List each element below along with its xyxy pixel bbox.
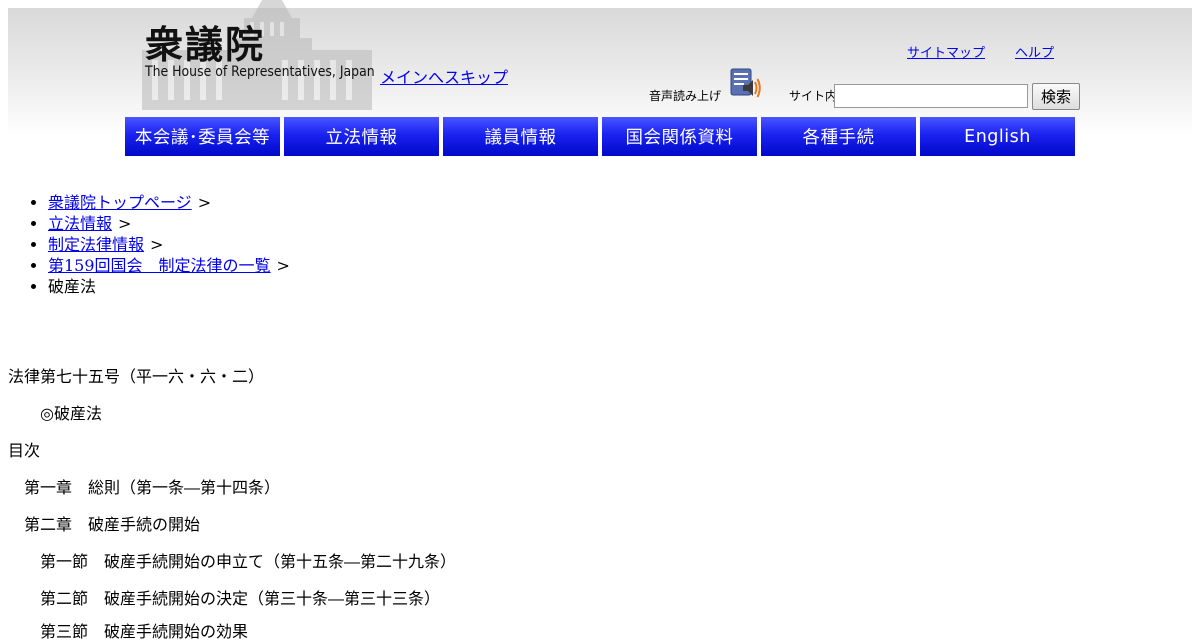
nav-item-english[interactable]: English [920,117,1075,156]
breadcrumb-link-session-list[interactable]: 第159回国会 制定法律の一覧 [48,256,271,275]
breadcrumb-link-top[interactable]: 衆議院トップページ [48,193,192,212]
law-title: ◎破産法 [40,404,102,423]
breadcrumb-item: 衆議院トップページ > [48,192,290,213]
toc-item: 第二章 破産手続の開始 [24,515,201,534]
site-logo-english[interactable]: The House of Representatives, Japan [145,64,375,80]
nav-item-plenary-committees[interactable]: 本会議･委員会等 [125,117,280,156]
site-logo-kanji[interactable]: 衆議院 [145,14,265,69]
skip-to-main-link[interactable]: メインへスキップ [380,64,508,88]
breadcrumb: 衆議院トップページ > 立法情報 > 制定法律情報 > 第159回国会 制定法律の一覧… [8,192,290,297]
nav-item-members[interactable]: 議員情報 [443,117,598,156]
nav-item-diet-documents[interactable]: 国会関係資料 [602,117,757,156]
law-number: 法律第七十五号（平一六・六・二） [8,367,265,386]
toc-heading: 目次 [8,441,41,460]
breadcrumb-link-enacted-laws[interactable]: 制定法律情報 [48,235,144,254]
breadcrumb-separator: > [118,214,132,233]
search-input[interactable] [834,84,1028,108]
nav-item-procedures[interactable]: 各種手続 [761,117,916,156]
breadcrumb-item: 第159回国会 制定法律の一覧 > [48,255,290,276]
search-button[interactable]: 検索 [1032,83,1080,110]
global-nav: 本会議･委員会等 立法情報 議員情報 国会関係資料 各種手続 English [125,117,1075,156]
toc-item: 第一章 総則（第一条―第十四条） [24,478,281,497]
sitemap-link[interactable]: サイトマップ [907,42,985,61]
speaker-document-icon[interactable] [729,67,763,99]
breadcrumb-item: 破産法 [48,276,290,297]
help-link[interactable]: ヘルプ [1015,42,1054,61]
breadcrumb-item: 制定法律情報 > [48,234,290,255]
toc-item: 第三節 破産手続開始の効果 [40,622,249,641]
toc-item: 第二節 破産手続開始の決定（第三十条―第三十三条） [40,589,441,608]
breadcrumb-link-legislation[interactable]: 立法情報 [48,214,112,233]
breadcrumb-separator: > [276,256,290,275]
breadcrumb-current: 破産法 [48,277,97,296]
toc-item: 第一節 破産手続開始の申立て（第十五条―第二十九条） [40,552,457,571]
breadcrumb-separator: > [197,193,212,212]
site-search-label: サイト内検索 [789,89,835,103]
nav-item-legislation[interactable]: 立法情報 [284,117,439,156]
voice-readout-label: 音声読み上げ [649,89,722,103]
breadcrumb-item: 立法情報 > [48,213,290,234]
breadcrumb-separator: > [150,235,164,254]
